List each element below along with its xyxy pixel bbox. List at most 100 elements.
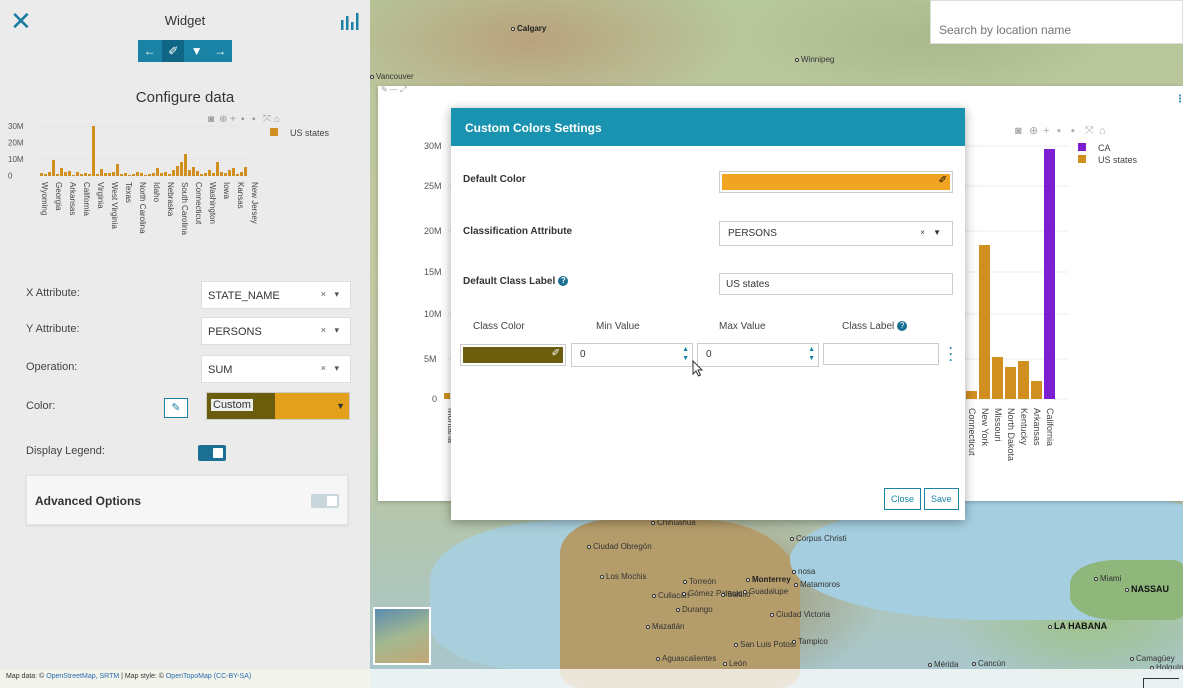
x-tick-label: Iowa — [222, 182, 231, 199]
attribution-mid: | Map style: © — [119, 673, 166, 680]
x-tick-label: Connecticut — [967, 408, 977, 456]
x-tick-label: Nebraska — [166, 182, 175, 217]
map-place-label: Torreón — [683, 577, 716, 586]
map-place-label: Mazatlán — [646, 622, 684, 631]
filter-icon[interactable]: ▼ — [186, 44, 208, 58]
zoom-out-icon[interactable]: ▪ — [1071, 125, 1075, 137]
select-clear-dropdown-icon[interactable]: × ▼ — [920, 228, 944, 237]
place-marker-icon — [743, 589, 747, 594]
y-tick-label: 10M — [8, 155, 24, 164]
x-attribute-select[interactable]: STATE_NAME × ▾ — [201, 281, 351, 309]
x-tick-label: Wyoming — [40, 182, 49, 215]
class-color-picker[interactable]: ✐ — [460, 344, 566, 366]
default-color-picker[interactable]: ✐ — [719, 171, 953, 193]
max-value-input[interactable]: 0 ▲ ▼ — [697, 343, 819, 367]
zoom-icon[interactable]: ⊕ — [219, 114, 227, 125]
advanced-options-toggle[interactable] — [311, 494, 339, 508]
eyedropper-icon[interactable]: ✐ — [939, 175, 947, 186]
color-row: Color: ✎ Custom ▼ — [26, 392, 356, 426]
display-legend-toggle[interactable] — [198, 445, 226, 461]
place-name: Tampico — [798, 637, 828, 646]
y-tick-label: 20M — [424, 226, 442, 236]
autoscale-icon[interactable]: ⤧ — [263, 114, 271, 125]
bar — [112, 172, 115, 176]
x-tick-label: Idaho — [152, 182, 161, 203]
select-clear-dropdown-icon[interactable]: × ▾ — [321, 289, 342, 300]
scale-bar — [1143, 678, 1179, 688]
default-class-label-input[interactable]: US states — [719, 273, 953, 295]
place-marker-icon — [790, 536, 794, 541]
bar-chart-icon[interactable] — [340, 12, 360, 30]
select-clear-dropdown-icon[interactable]: × ▾ — [321, 325, 342, 336]
overview-minimap[interactable] — [373, 607, 431, 665]
collapse-icon[interactable]: ✎ — ⤢ — [381, 85, 407, 94]
place-marker-icon — [1130, 656, 1134, 661]
place-name: Camagüey — [1136, 654, 1175, 663]
help-icon[interactable]: ? — [897, 321, 908, 332]
bar — [240, 172, 243, 176]
place-name: Ciudad Victoria — [776, 610, 831, 619]
place-name: Miami — [1100, 574, 1122, 583]
place-marker-icon — [646, 624, 650, 629]
class-label-input[interactable] — [823, 343, 939, 365]
bar — [48, 172, 51, 176]
color-edit-button[interactable]: ✎ — [164, 398, 188, 418]
row-more-menu-icon[interactable]: · · · — [949, 342, 953, 366]
default-class-label-text: Default Class Label — [463, 276, 556, 287]
location-search-input[interactable] — [930, 0, 1183, 44]
bar — [244, 167, 247, 176]
save-button[interactable]: Save — [924, 488, 959, 510]
pan-icon[interactable]: + — [1043, 125, 1049, 137]
map-place-label: nosa — [792, 567, 815, 576]
forward-arrow-icon[interactable]: → — [209, 44, 231, 58]
home-icon[interactable]: ⌂ — [1099, 125, 1106, 137]
zoom-in-icon[interactable]: ▪ — [241, 114, 245, 125]
home-icon[interactable]: ⌂ — [274, 114, 280, 125]
eyedropper-icon[interactable]: ✐ — [552, 348, 560, 359]
bar — [148, 174, 151, 176]
autoscale-icon[interactable]: ⤧ — [1085, 125, 1094, 137]
zoom-icon[interactable]: ⊕ — [1029, 125, 1038, 137]
x-tick-label: California — [1045, 408, 1055, 446]
advanced-options-section[interactable]: Advanced Options — [26, 475, 348, 525]
map-place-label: Aguascalientes — [656, 654, 716, 663]
card-menu-icon[interactable]: ⋮ — [1175, 94, 1183, 105]
spinner-icon[interactable]: ▲ ▼ — [808, 345, 815, 363]
place-name: Monterrey — [752, 575, 791, 584]
zoom-in-icon[interactable]: ▪ — [1057, 125, 1061, 137]
select-clear-dropdown-icon[interactable]: × ▾ — [321, 363, 342, 374]
preview-bar-chart: 30M 20M 10M 0 US states ◙ ⊕ + ▪ ▪ ⤧ ⌂ Wyoming Georgia… — [8, 114, 330, 235]
x-tick-label: Georgia — [54, 182, 63, 211]
pan-icon[interactable]: + — [230, 114, 236, 125]
bar — [60, 168, 63, 176]
legend-label: US states — [1098, 155, 1138, 165]
map-place-label: Vancouver — [370, 72, 414, 81]
bar — [156, 168, 159, 176]
camera-icon[interactable]: ◙ — [1015, 125, 1022, 137]
x-tick-label: North Carolina — [138, 182, 147, 234]
classification-attribute-select[interactable]: PERSONS × ▼ — [719, 221, 953, 246]
camera-icon[interactable]: ◙ — [208, 114, 214, 125]
bar — [176, 166, 179, 176]
osm-link[interactable]: OpenStreetMap, SRTM — [46, 673, 119, 680]
opentopomap-link[interactable]: OpenTopoMap (CC-BY-SA) — [166, 673, 251, 680]
operation-select[interactable]: SUM × ▾ — [201, 355, 351, 383]
spinner-icon[interactable]: ▲ ▼ — [682, 345, 689, 363]
min-value-input[interactable]: 0 ▲ ▼ — [571, 343, 693, 367]
x-tick-label: Missouri — [993, 408, 1003, 442]
card-window-controls[interactable]: ✎ — ⤢ — [381, 85, 407, 95]
y-attribute-row: Y Attribute: PERSONS × ▾ — [26, 317, 356, 345]
zoom-out-icon[interactable]: ▪ — [252, 114, 256, 125]
place-marker-icon — [587, 544, 591, 549]
operation-label: Operation: — [26, 361, 78, 373]
close-button[interactable]: Close — [884, 488, 922, 510]
y-tick-label: 25M — [424, 181, 442, 191]
y-attribute-select[interactable]: PERSONS × ▾ — [201, 317, 351, 345]
map-place-label: NASSAU — [1125, 584, 1169, 594]
bar — [966, 391, 977, 399]
help-icon[interactable]: ? — [558, 276, 569, 287]
edit-icon[interactable]: ✐ — [162, 40, 185, 62]
back-arrow-icon[interactable]: ← — [139, 44, 161, 58]
place-name: Ciudad Obregón — [593, 542, 652, 551]
color-mode-select[interactable]: Custom ▼ — [206, 392, 350, 420]
